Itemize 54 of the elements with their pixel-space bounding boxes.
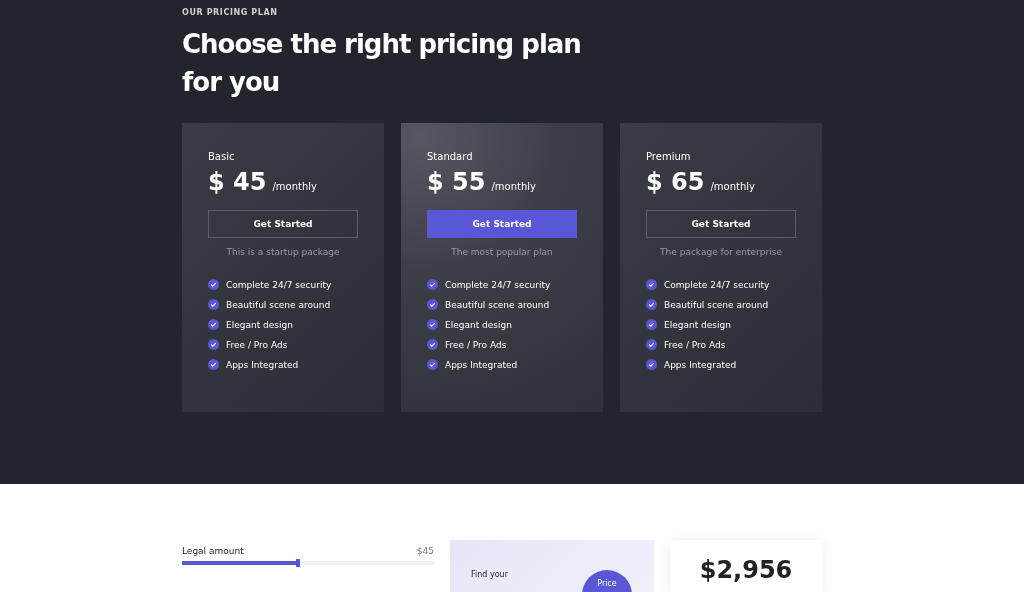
check-icon <box>646 279 657 290</box>
plan-note: The package for enterprise <box>659 247 783 257</box>
check-icon <box>427 319 438 330</box>
plan-name: Standard <box>427 151 474 162</box>
check-icon <box>208 359 219 370</box>
price-badge: Price <box>582 570 632 592</box>
feature-text: Free / Pro Ads <box>226 339 288 350</box>
section-eyebrow: OUR PRICING PLAN <box>182 7 279 17</box>
feature-text: Free / Pro Ads <box>445 339 507 350</box>
check-icon <box>208 339 219 350</box>
feature-text: Elegant design <box>445 319 512 330</box>
check-icon <box>427 359 438 370</box>
check-icon <box>427 279 438 290</box>
check-icon <box>427 339 438 350</box>
feature-text: Beautiful scene around <box>664 299 769 310</box>
slider-thumb[interactable] <box>295 559 300 567</box>
feature-text: Apps Integrated <box>226 359 299 370</box>
check-icon <box>427 299 438 310</box>
check-icon <box>646 299 657 310</box>
feature-text: Free / Pro Ads <box>664 339 726 350</box>
feature-text: Apps Integrated <box>664 359 737 370</box>
feature-text: Beautiful scene around <box>445 299 550 310</box>
check-icon <box>208 299 219 310</box>
feature-text: Beautiful scene around <box>226 299 331 310</box>
plan-name: Premium <box>646 151 692 162</box>
check-icon <box>646 319 657 330</box>
check-icon <box>646 339 657 350</box>
slider-track[interactable] <box>182 561 434 565</box>
get-started-button[interactable]: Get Started <box>208 210 358 238</box>
plan-note: The most popular plan <box>450 247 554 257</box>
price-period: /monthly <box>710 181 755 192</box>
price-period: /monthly <box>272 181 317 192</box>
price-period: /monthly <box>491 181 536 192</box>
check-icon <box>208 319 219 330</box>
slider-reading: $45 <box>416 546 434 556</box>
check-icon <box>208 279 219 290</box>
plan-price: $ 45 <box>208 168 267 196</box>
slider-label: Legal amount <box>182 546 244 556</box>
feature-text: Complete 24/7 security <box>226 279 332 290</box>
page-title: Choose the right pricing plan for you <box>182 28 582 99</box>
feature-text: Complete 24/7 security <box>445 279 551 290</box>
feature-text: Elegant design <box>664 319 731 330</box>
check-icon <box>646 359 657 370</box>
feature-text: Elegant design <box>226 319 293 330</box>
promo-text: Find your <box>471 570 508 579</box>
feature-text: Complete 24/7 security <box>664 279 770 290</box>
total-value: $2,956 <box>699 558 793 586</box>
plan-price: $ 65 <box>646 168 705 196</box>
plan-note: This is a startup package <box>225 247 341 257</box>
plan-name: Basic <box>208 151 236 162</box>
plan-price: $ 55 <box>427 168 486 196</box>
get-started-button[interactable]: Get Started <box>427 210 577 238</box>
feature-text: Apps Integrated <box>445 359 518 370</box>
get-started-button[interactable]: Get Started <box>646 210 796 238</box>
